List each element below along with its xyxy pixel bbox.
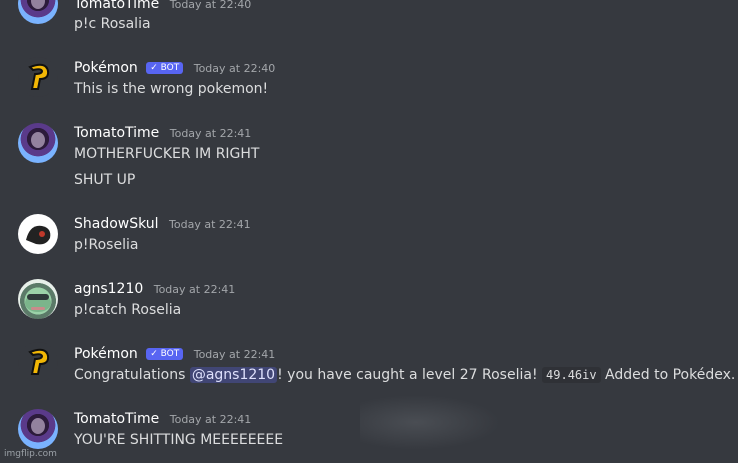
avatar[interactable]: [18, 342, 58, 382]
avatar[interactable]: [18, 409, 58, 449]
message-text: SHUT UP: [74, 172, 136, 188]
timestamp: Today at 22:41: [153, 283, 236, 296]
author-name[interactable]: TomatoTime: [74, 125, 159, 141]
bot-badge: ✓ BOT: [146, 62, 184, 74]
user-mention[interactable]: @agns1210: [189, 367, 278, 383]
author-name[interactable]: TomatoTime: [74, 411, 159, 427]
avatar[interactable]: [18, 214, 58, 254]
iv-code: 49.46iv: [542, 367, 601, 383]
timestamp: Today at 22:41: [169, 413, 252, 426]
message-text: This is the wrong pokemon!: [74, 81, 269, 97]
timestamp: Today at 22:41: [169, 218, 251, 231]
timestamp: Today at 22:41: [193, 348, 276, 361]
pokemon-bot-icon: [28, 63, 50, 90]
message-text: p!catch Roselia: [74, 302, 182, 318]
avatar[interactable]: [18, 0, 58, 24]
timestamp: Today at 22:40: [193, 62, 276, 75]
message-text: Congratulations @agns1210! you have caug…: [74, 367, 736, 383]
author-name[interactable]: Pokémon: [74, 346, 138, 362]
author-name[interactable]: Pokémon: [74, 60, 138, 76]
bot-badge: ✓ BOT: [146, 348, 184, 360]
message-text: p!Roselia: [74, 237, 139, 253]
frog-avatar-icon: [25, 294, 51, 312]
avatar[interactable]: [18, 279, 58, 319]
timestamp: Today at 22:41: [169, 127, 252, 140]
message-text: p!c Rosalia: [74, 16, 151, 32]
author-name[interactable]: ShadowSkul: [74, 216, 159, 232]
avatar[interactable]: [18, 57, 58, 97]
author-name[interactable]: TomatoTime: [74, 0, 159, 12]
timestamp: Today at 22:40: [169, 0, 252, 11]
message-text: MOTHERFUCKER IM RIGHT: [74, 146, 260, 162]
pokemon-bot-icon: [28, 348, 50, 375]
message-text: YOU'RE SHITTING MEEEEEEEE: [74, 432, 284, 448]
watermark: imgflip.com: [4, 449, 57, 459]
shadow-avatar-icon: [26, 225, 51, 245]
author-name[interactable]: agns1210: [74, 281, 143, 297]
avatar[interactable]: [18, 123, 58, 163]
background-smudge: [360, 395, 500, 450]
